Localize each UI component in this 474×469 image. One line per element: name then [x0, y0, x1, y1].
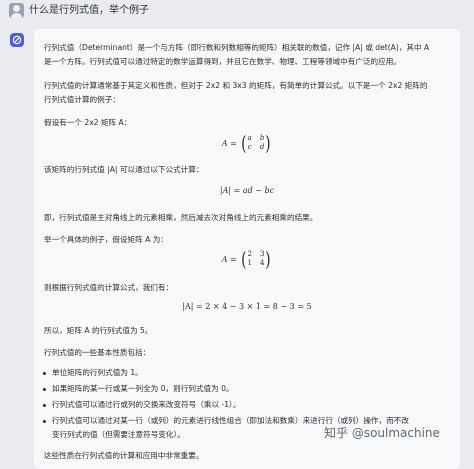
- intro-line-2: 是一个方阵。行列式值可以通过特定的数学运算得到，并且它在数学、物理、工程等领域中…: [44, 57, 401, 66]
- property-item: 行列式值可以通过行或列的交换来改变符号（乘以 -1）。: [43, 398, 449, 412]
- calc-intro-text: 则根据行列式值的计算公式，我们有：: [44, 283, 174, 292]
- calc-line-2: 行列式值计算的例子：: [44, 95, 120, 104]
- user-message-text: 什么是行列式值，举个例子: [29, 5, 149, 16]
- intro-line-1: 行列式值（Determinant）是一个与方阵（即行数和列数相等的矩阵）相关联的…: [44, 43, 430, 52]
- matrix-example-lhs: A =: [221, 254, 237, 264]
- matrix-generic-lhs: A =: [221, 138, 237, 148]
- user-avatar: [9, 3, 24, 18]
- assistant-response-card: 行列式值（Determinant）是一个与方阵（即行数和列数相等的矩阵）相关联的…: [34, 29, 460, 469]
- properties-intro-text: 行列式值的一些基本性质包括：: [44, 348, 151, 357]
- matrix-generic-c: c: [247, 143, 252, 151]
- explain-text: 即，行列式值是主对角线上的元素相乘，然后减去次对角线上的元素相乘的结果。: [44, 213, 318, 222]
- formula-example: |A| = 2 × 4 − 3 × 1 = 8 − 3 = 5: [182, 302, 312, 311]
- matrix-generic-b: b: [259, 134, 265, 142]
- matrix-generic: A = ( a b c d ): [221, 131, 271, 155]
- zhihu-watermark: 知乎 @soulmachine: [324, 426, 440, 440]
- formula-generic: |A| = ad − bc: [219, 186, 275, 195]
- assistant-logo-icon: [12, 35, 22, 45]
- formula-intro-text: 该矩阵的行列式值 |A| 可以通过以下公式计算：: [44, 165, 204, 174]
- matrix-example: A = ( 2 3 1 4 ): [221, 247, 272, 271]
- matrix-example-c: 1: [247, 259, 253, 267]
- example-intro-text: 举一个具体的例子，假设矩阵 A 为：: [44, 235, 168, 244]
- assume-text: 假设有一个 2x2 矩阵 A：: [44, 118, 132, 127]
- matrix-example-b: 3: [260, 250, 265, 258]
- matrix-generic-d: d: [259, 143, 265, 151]
- property-item: 单位矩阵的行列式值为 1。: [43, 366, 449, 380]
- user-message-row: 什么是行列式值，举个例子: [0, 0, 474, 22]
- closing-text: 这些性质在行列式值的计算和应用中非常重要。: [44, 451, 204, 460]
- matrix-example-d: 4: [260, 259, 265, 267]
- calc-line-1: 行列式值的计算通常基于其定义和性质，但对于 2x2 和 3x3 的矩阵，有简单的…: [44, 81, 428, 90]
- matrix-example-a: 2: [247, 250, 253, 258]
- assistant-avatar: [10, 33, 24, 47]
- matrix-generic-a: a: [247, 134, 252, 142]
- conclusion-text: 所以，矩阵 A 的行列式值为 5。: [44, 326, 153, 335]
- property-item: 如果矩阵的某一行或某一列全为 0，则行列式值为 0。: [43, 382, 449, 396]
